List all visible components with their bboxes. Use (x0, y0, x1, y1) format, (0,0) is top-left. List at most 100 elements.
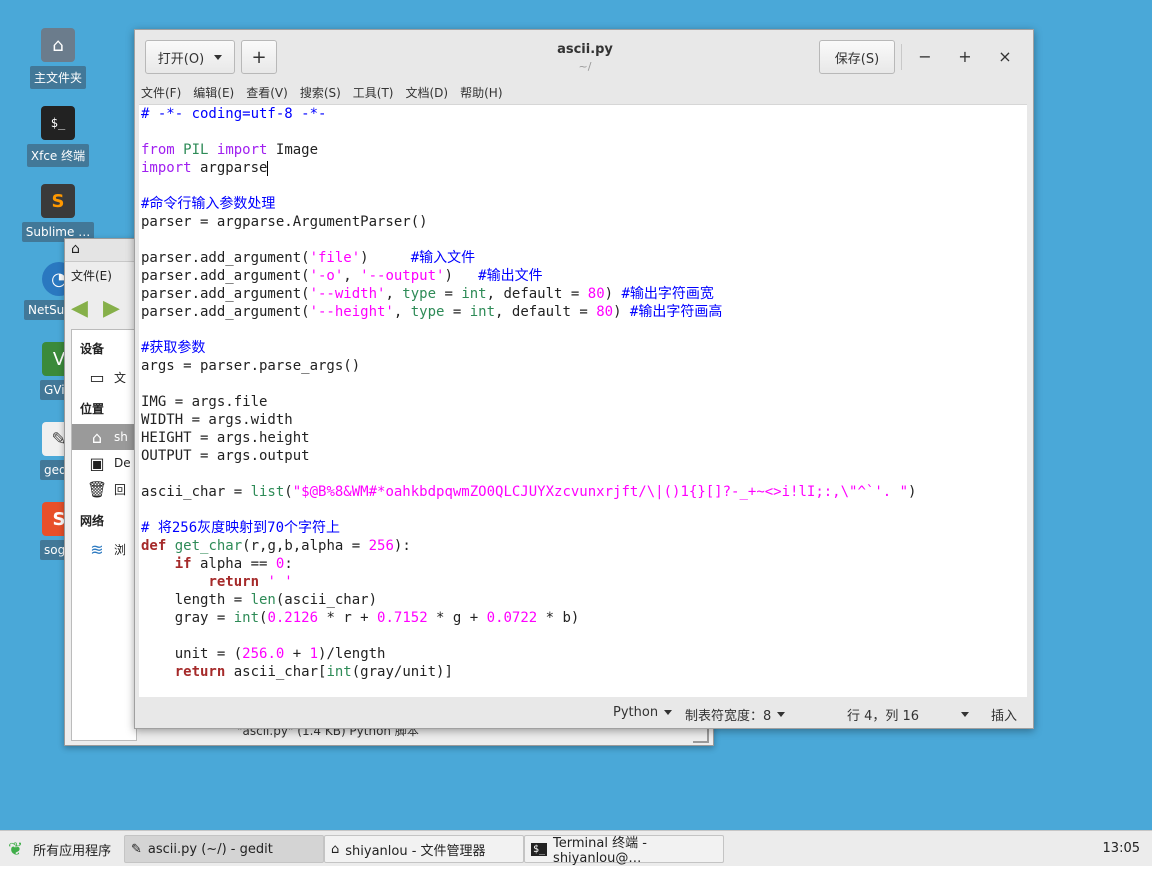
window-title: ascii.py (557, 42, 613, 57)
terminal-icon: $_ (531, 842, 548, 856)
chevron-down-icon (214, 54, 223, 60)
chevron-down-icon (961, 712, 970, 717)
gedit-window[interactable]: 打开(O) + ascii.py ~/ 保存(S) − + × 文件(F) 编辑… (134, 29, 1034, 729)
code-line[interactable]: return ' ' (139, 573, 1027, 591)
code-line[interactable]: IMG = args.file (139, 393, 1027, 411)
sidebar-item-browse-network[interactable]: ≋ 浏 (72, 536, 136, 562)
resize-grip-icon[interactable] (693, 727, 709, 743)
menu-view[interactable]: 查看(V) (246, 84, 288, 104)
back-arrow-icon[interactable]: ◀ (71, 298, 97, 320)
code-line[interactable]: def get_char(r,g,b,alpha = 256): (139, 537, 1027, 555)
desktop-icon-home[interactable]: ⌂ 主文件夹 (18, 28, 98, 89)
task-file-manager[interactable]: ⌂ shiyanlou - 文件管理器 (324, 835, 524, 863)
code-editor[interactable]: # -*- coding=utf-8 -*- from PIL import Im… (139, 104, 1027, 697)
desktop-icon-sublime[interactable]: S Sublime … (18, 184, 98, 242)
close-button[interactable]: × (995, 47, 1015, 67)
forward-arrow-icon[interactable]: ▶ (103, 298, 129, 320)
desktop-icon-terminal[interactable]: $_ Xfce 终端 (18, 106, 98, 167)
code-line[interactable]: return ascii_char[int(gray/unit)] (139, 663, 1027, 681)
tab-width-selector[interactable]: 制表符宽度：8 (685, 705, 786, 724)
applications-menu-button[interactable]: ❦ 所有应用程序 (8, 836, 111, 862)
window-subtitle: ~/ (578, 60, 592, 73)
sidebar-item-label: 文 (114, 370, 127, 385)
sublime-icon: S (41, 184, 75, 218)
gedit-icon: ✎ (131, 841, 142, 857)
code-line[interactable]: unit = (256.0 + 1)/length (139, 645, 1027, 663)
code-line[interactable]: gray = int(0.2126 * r + 0.7152 * g + 0.0… (139, 609, 1027, 627)
code-line[interactable]: HEIGHT = args.height (139, 429, 1027, 447)
sidebar-item-filesystem[interactable]: ▭ 文 (72, 364, 136, 390)
home-folder-icon: ⌂ (41, 28, 75, 62)
desktop-icon-label: 主文件夹 (29, 66, 86, 89)
insert-mode[interactable]: 插入 (991, 705, 1017, 724)
menu-edit[interactable]: 编辑(E) (193, 84, 234, 104)
menu-help[interactable]: 帮助(H) (460, 84, 502, 104)
code-line[interactable]: OUTPUT = args.output (139, 447, 1027, 465)
menu-tools[interactable]: 工具(T) (353, 84, 394, 104)
minimize-button[interactable]: − (915, 47, 935, 67)
code-line[interactable] (139, 231, 1027, 249)
file-manager-nav: ◀ ▶ (71, 293, 141, 325)
menu-search[interactable]: 搜索(S) (300, 84, 341, 104)
code-line[interactable] (139, 321, 1027, 339)
applications-menu-label: 所有应用程序 (33, 843, 112, 859)
language-selector[interactable]: Python (613, 705, 673, 720)
harddisk-icon: ▭ (89, 367, 105, 387)
sidebar-heading-devices: 设备 (80, 342, 105, 356)
sidebar-heading-places: 位置 (80, 402, 105, 416)
code-line[interactable]: parser.add_argument('-o', '--output') #输… (139, 267, 1027, 285)
code-line[interactable]: if alpha == 0: (139, 555, 1027, 573)
sidebar-item-trash[interactable]: 🗑 回 (72, 476, 136, 502)
code-line[interactable] (139, 501, 1027, 519)
sidebar-item-desktop[interactable]: ▣ De (72, 450, 136, 476)
code-line[interactable] (139, 123, 1027, 141)
sidebar-item-label: De (114, 456, 131, 470)
code-line[interactable]: WIDTH = args.width (139, 411, 1027, 429)
code-line[interactable]: parser.add_argument('--height', type = i… (139, 303, 1027, 321)
task-gedit[interactable]: ✎ ascii.py (~/) - gedit (124, 835, 324, 863)
menu-file[interactable]: 文件(F) (141, 84, 181, 104)
save-button[interactable]: 保存(S) (819, 40, 895, 74)
code-line[interactable]: from PIL import Image (139, 141, 1027, 159)
chevron-down-icon (664, 710, 673, 715)
sidebar-heading-network: 网络 (80, 514, 105, 528)
chevron-down-icon (777, 712, 786, 717)
code-line[interactable]: parser = argparse.ArgumentParser() (139, 213, 1027, 231)
desktop-icon-label: Xfce 终端 (26, 144, 90, 167)
cursor-position-label: 行 4，列 16 (847, 709, 920, 724)
new-tab-button[interactable]: + (241, 40, 277, 74)
code-line[interactable]: import argparse (139, 159, 1027, 177)
open-button[interactable]: 打开(O) (145, 40, 235, 74)
task-terminal[interactable]: $_ Terminal 终端 - shiyanlou@… (524, 835, 724, 866)
trash-icon: 🗑 (86, 479, 108, 499)
code-line[interactable] (139, 627, 1027, 645)
home-icon: ⌂ (331, 841, 340, 857)
code-line[interactable]: ascii_char = list("$@B%8&WM#*oahkbdpqwmZ… (139, 483, 1027, 501)
code-line[interactable]: # 将256灰度映射到70个字符上 (139, 519, 1027, 537)
code-line[interactable] (139, 177, 1027, 195)
code-line[interactable]: # -*- coding=utf-8 -*- (139, 105, 1027, 123)
sidebar-item-home[interactable]: ⌂ sh (72, 424, 136, 450)
gedit-menubar: 文件(F) 编辑(E) 查看(V) 搜索(S) 工具(T) 文档(D) 帮助(H… (141, 84, 503, 104)
code-line[interactable]: #获取参数 (139, 339, 1027, 357)
tab-width-label: 制表符宽度：8 (685, 709, 772, 724)
cursor-position[interactable]: 行 4，列 16 (847, 705, 970, 724)
home-icon: ⌂ (71, 241, 80, 257)
gedit-headerbar[interactable]: 打开(O) + ascii.py ~/ 保存(S) − + × (135, 30, 1033, 82)
menu-documents[interactable]: 文档(D) (406, 84, 449, 104)
code-line[interactable] (139, 375, 1027, 393)
code-line[interactable]: parser.add_argument('file') #输入文件 (139, 249, 1027, 267)
screen-bottom-margin (0, 866, 1152, 896)
code-line[interactable]: length = len(ascii_char) (139, 591, 1027, 609)
code-line[interactable]: #命令行输入参数处理 (139, 195, 1027, 213)
headerbar-divider (901, 44, 902, 70)
file-manager-menu-file[interactable]: 文件(E) (71, 267, 112, 284)
code-line[interactable] (139, 465, 1027, 483)
code-line[interactable]: parser.add_argument('--width', type = in… (139, 285, 1027, 303)
home-icon: ⌂ (91, 427, 103, 447)
code-line[interactable]: args = parser.parse_args() (139, 357, 1027, 375)
sidebar-item-label: 浏 (114, 542, 127, 557)
sidebar-item-label: 回 (114, 482, 127, 497)
maximize-button[interactable]: + (955, 47, 975, 67)
open-button-label: 打开(O) (157, 51, 205, 67)
